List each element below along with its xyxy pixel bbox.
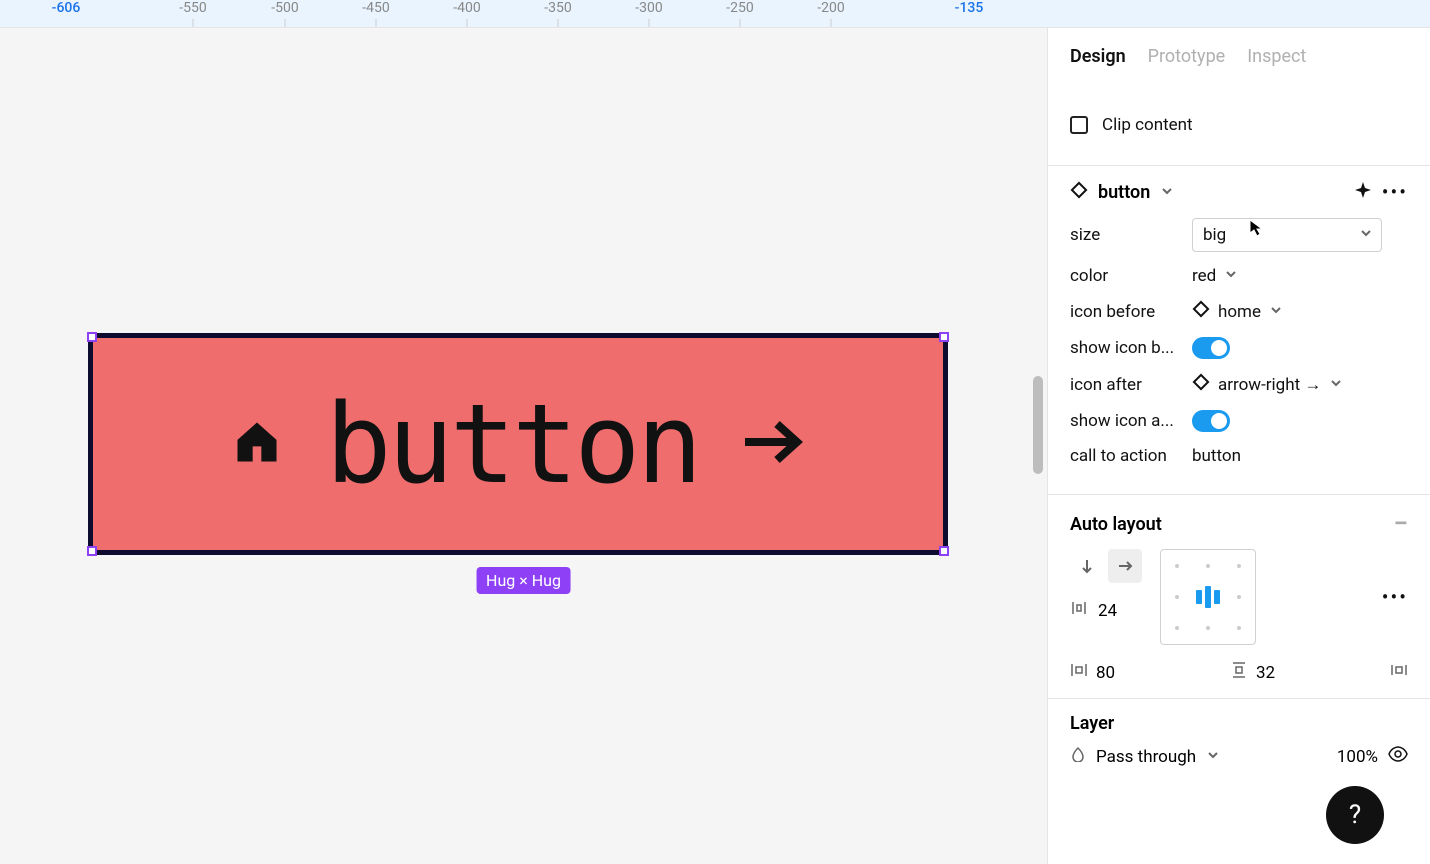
clip-content-label: Clip content xyxy=(1102,115,1193,135)
gap-icon xyxy=(1070,599,1088,622)
swap-instance-icon[interactable] xyxy=(1354,181,1372,203)
section-component-props: button ••• size big color red xyxy=(1048,166,1430,495)
vertical-padding-icon xyxy=(1230,661,1248,684)
arrow-right-icon xyxy=(741,418,805,470)
vertical-padding-value[interactable]: 32 xyxy=(1256,663,1275,683)
clip-content-checkbox[interactable] xyxy=(1070,116,1088,134)
component-icon xyxy=(1070,181,1088,203)
vertical-scrollbar[interactable] xyxy=(1033,376,1043,474)
ruler-tick: -250 xyxy=(726,0,753,16)
prop-size-label: size xyxy=(1070,225,1192,245)
chevron-down-icon xyxy=(1269,302,1283,322)
instance-icon xyxy=(1192,373,1210,396)
ruler-line xyxy=(285,19,286,27)
prop-icon-after-value: arrow-right → xyxy=(1218,375,1321,395)
blend-mode-icon[interactable] xyxy=(1070,746,1086,767)
horizontal-padding-value[interactable]: 80 xyxy=(1096,663,1115,683)
ruler-tick: -300 xyxy=(635,0,662,16)
ruler-tick: -500 xyxy=(271,0,298,16)
show-icon-after-toggle[interactable] xyxy=(1192,410,1230,432)
prop-show-icon-after-label: show icon a... xyxy=(1070,411,1192,431)
prop-icon-after-label: icon after xyxy=(1070,375,1192,395)
button-component-instance[interactable]: button xyxy=(88,333,948,555)
ruler-line xyxy=(740,19,741,27)
selection-handle-tl[interactable] xyxy=(87,332,97,342)
prop-color-value: red xyxy=(1192,266,1216,286)
help-button[interactable]: ? xyxy=(1326,786,1384,844)
design-canvas[interactable]: button Hug × Hug xyxy=(0,28,1047,864)
more-options-icon[interactable]: ••• xyxy=(1382,180,1408,204)
selection-handle-bl[interactable] xyxy=(87,546,97,556)
independent-padding-icon[interactable] xyxy=(1390,661,1408,684)
ruler-end: -135 xyxy=(955,0,984,16)
prop-icon-before-select[interactable]: home xyxy=(1192,300,1408,323)
component-name[interactable]: button xyxy=(1098,182,1150,203)
auto-layout-more-icon[interactable]: ••• xyxy=(1382,585,1408,609)
chevron-down-icon[interactable] xyxy=(1160,183,1174,202)
opacity-value[interactable]: 100% xyxy=(1337,747,1378,767)
instance-icon xyxy=(1192,300,1210,323)
show-icon-before-toggle[interactable] xyxy=(1192,337,1230,359)
prop-color-label: color xyxy=(1070,266,1192,286)
ruler-tick: -350 xyxy=(544,0,571,16)
home-icon xyxy=(231,416,283,472)
ruler-line xyxy=(831,19,832,27)
gap-value[interactable]: 24 xyxy=(1098,601,1117,621)
ruler-line xyxy=(467,19,468,27)
direction-vertical-button[interactable] xyxy=(1070,549,1104,583)
section-frame-options: Clip content xyxy=(1048,85,1430,166)
prop-icon-before-value: home xyxy=(1218,302,1261,322)
prop-icon-before-label: icon before xyxy=(1070,302,1192,322)
prop-show-icon-before-label: show icon b... xyxy=(1070,338,1192,358)
section-layer: Layer Pass through 100% xyxy=(1048,699,1430,781)
selection-handle-br[interactable] xyxy=(939,546,949,556)
inspector-tabs: Design Prototype Inspect xyxy=(1048,28,1430,85)
button-label: button xyxy=(325,380,698,508)
ruler-line xyxy=(558,19,559,27)
ruler-start: -606 xyxy=(52,0,81,16)
layer-title: Layer xyxy=(1070,713,1114,734)
chevron-down-icon xyxy=(1224,266,1238,286)
visibility-icon[interactable] xyxy=(1388,746,1408,767)
horizontal-ruler: -606 -550 -500 -450 -400 -350 -300 -250 … xyxy=(0,0,1430,28)
prop-cta-value[interactable]: button xyxy=(1192,446,1241,466)
horizontal-padding-icon xyxy=(1070,661,1088,684)
tab-prototype[interactable]: Prototype xyxy=(1148,46,1226,67)
selection-handle-tr[interactable] xyxy=(939,332,949,342)
remove-auto-layout-icon[interactable]: − xyxy=(1393,509,1408,539)
chevron-down-icon[interactable] xyxy=(1206,747,1220,767)
section-auto-layout: Auto layout − 24 xyxy=(1048,495,1430,699)
auto-layout-title: Auto layout xyxy=(1070,514,1162,535)
tab-design[interactable]: Design xyxy=(1070,46,1126,67)
tab-inspect[interactable]: Inspect xyxy=(1247,46,1306,67)
alignment-center-icon xyxy=(1196,586,1220,608)
inspector-panel: Design Prototype Inspect Clip content bu… xyxy=(1047,28,1430,864)
ruler-tick: -200 xyxy=(817,0,844,16)
ruler-tick: -400 xyxy=(453,0,480,16)
chevron-down-icon xyxy=(1359,225,1373,245)
ruler-line xyxy=(193,19,194,27)
prop-size-value: big xyxy=(1203,225,1226,245)
direction-horizontal-button[interactable] xyxy=(1108,549,1142,583)
prop-cta-label: call to action xyxy=(1070,446,1192,466)
chevron-down-icon xyxy=(1329,375,1343,395)
alignment-grid[interactable] xyxy=(1160,549,1256,645)
prop-size-select[interactable]: big xyxy=(1192,218,1382,252)
blend-mode-value[interactable]: Pass through xyxy=(1096,747,1196,767)
prop-icon-after-select[interactable]: arrow-right → xyxy=(1192,373,1408,396)
ruler-line xyxy=(649,19,650,27)
size-badge: Hug × Hug xyxy=(476,567,571,594)
prop-color-select[interactable]: red xyxy=(1192,266,1408,286)
ruler-tick: -550 xyxy=(179,0,206,16)
ruler-tick: -450 xyxy=(362,0,389,16)
ruler-line xyxy=(376,19,377,27)
